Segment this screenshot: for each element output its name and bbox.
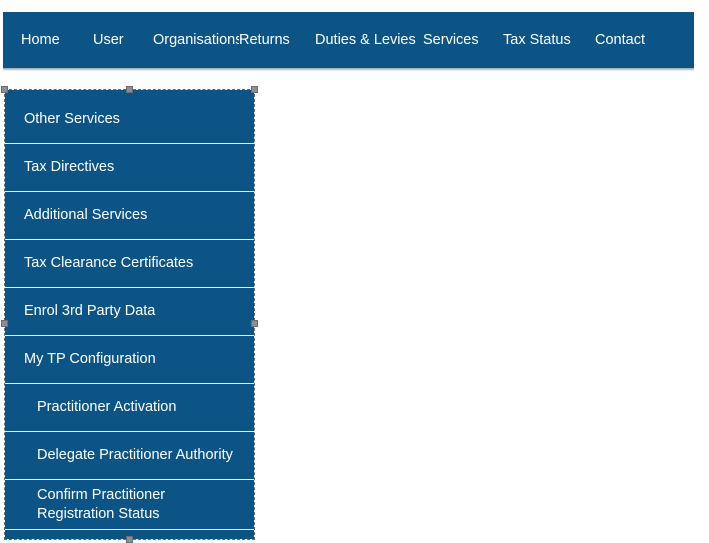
sidebar-item-label: Practitioner Activation xyxy=(37,399,177,416)
resize-handle-top-left[interactable] xyxy=(1,86,8,93)
sidebar-item-practitioner-activation[interactable]: Practitioner Activation xyxy=(5,384,254,432)
sidebar-item-label: Delegate Practitioner Authority xyxy=(37,447,233,464)
sidebar-item-tax-clearance-certificates[interactable]: Tax Clearance Certificates xyxy=(5,240,254,288)
nav-item-home[interactable]: Home xyxy=(3,12,93,68)
sidebar-item-enrol-3rd-party-data[interactable]: Enrol 3rd Party Data xyxy=(5,288,254,336)
sidebar-item-my-tp-configuration[interactable]: My TP Configuration xyxy=(5,336,254,384)
top-navigation-menu: Home User Organisations Returns Duties &… xyxy=(3,12,694,68)
sidebar-item-label: Tax Directives xyxy=(24,159,115,176)
sidebar-item-delegate-practitioner-authority[interactable]: Delegate Practitioner Authority xyxy=(5,432,254,480)
sidebar-item-label: Confirm Practitioner Registration Status xyxy=(37,487,166,522)
sidebar-item-tax-directives[interactable]: Tax Directives xyxy=(5,144,254,192)
sidebar-item-other-services[interactable]: Other Services xyxy=(5,96,254,144)
sidebar-menu-list: Other Services Tax Directives Additional… xyxy=(5,90,254,539)
top-navigation-bar: Home User Organisations Returns Duties &… xyxy=(3,12,694,71)
nav-item-tax-status[interactable]: Tax Status xyxy=(503,12,595,68)
nav-item-contact[interactable]: Contact xyxy=(595,12,665,68)
sidebar-item-label: Tax Clearance Certificates xyxy=(24,255,194,272)
sidebar-item-label: My TP Configuration xyxy=(24,351,156,368)
resize-handle-middle-left[interactable] xyxy=(1,320,8,327)
nav-item-duties-levies[interactable]: Duties & Levies xyxy=(315,12,423,68)
resize-handle-top-middle[interactable] xyxy=(126,86,133,93)
top-navigation-shadow xyxy=(3,68,694,71)
nav-item-organisations[interactable]: Organisations xyxy=(153,12,239,68)
sidebar-item-label: Other Services xyxy=(24,111,120,128)
sidebar-item-confirm-practitioner-registration-status[interactable]: Confirm Practitioner Registration Status xyxy=(5,480,254,530)
nav-item-returns[interactable]: Returns xyxy=(239,12,315,68)
resize-handle-middle-right[interactable] xyxy=(251,320,258,327)
nav-item-user[interactable]: User xyxy=(93,12,153,68)
nav-item-services[interactable]: Services xyxy=(423,12,503,68)
sidebar-item-label: Enrol 3rd Party Data xyxy=(24,303,156,320)
sidebar-item-label: Additional Services xyxy=(24,207,148,224)
sidebar-item-additional-services[interactable]: Additional Services xyxy=(5,192,254,240)
resize-handle-top-right[interactable] xyxy=(251,86,258,93)
sidebar-menu-panel[interactable]: Other Services Tax Directives Additional… xyxy=(1,86,258,543)
